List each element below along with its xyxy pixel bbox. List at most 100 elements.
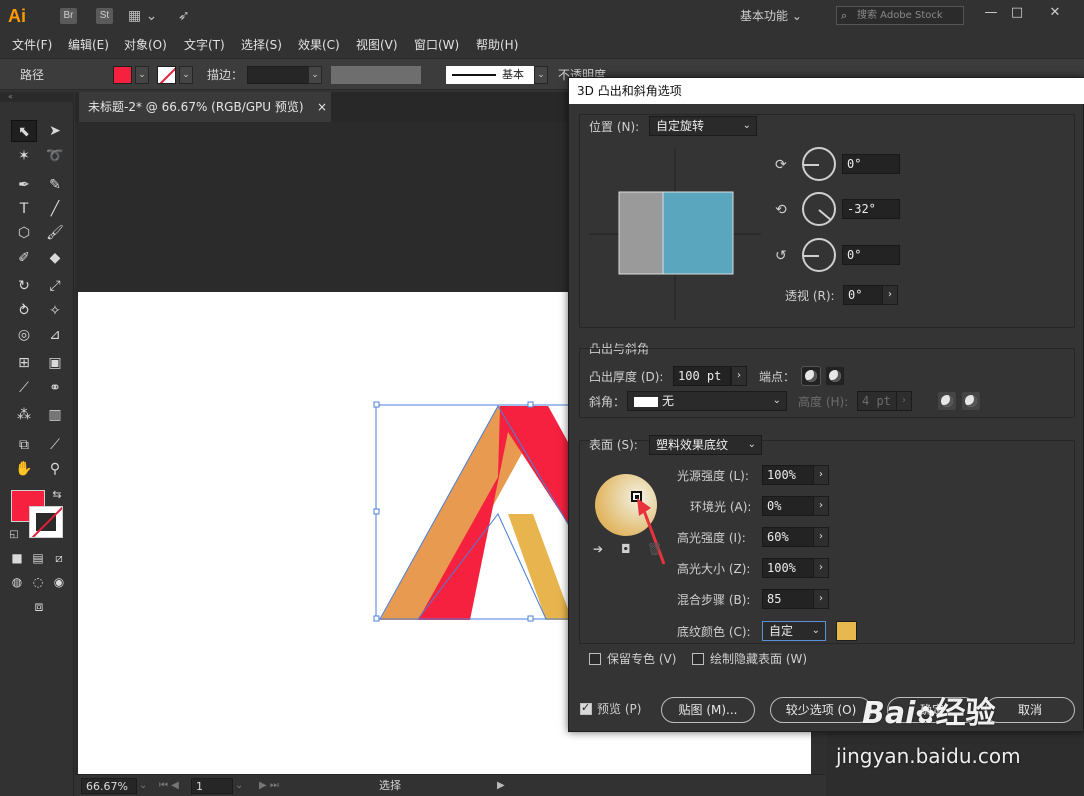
rotate-z-input[interactable]: 0° xyxy=(842,245,900,265)
bevel-extent-out-button[interactable] xyxy=(961,391,981,411)
scale-tool-icon[interactable]: ⤢ xyxy=(42,275,68,297)
menu-help[interactable]: 帮助(H) xyxy=(476,36,518,54)
move-light-back-icon[interactable]: ➔ xyxy=(593,542,603,556)
draw-inside-icon[interactable]: ◉ xyxy=(49,571,69,593)
rotate-x-input[interactable]: 0° xyxy=(842,154,900,174)
draw-behind-icon[interactable]: ◌ xyxy=(28,571,48,593)
zoom-dropdown-icon[interactable]: ⌄ xyxy=(139,778,147,794)
zoom-level-input[interactable]: 66.67% xyxy=(81,778,137,794)
blend-steps-input[interactable]: 85 xyxy=(762,589,814,609)
preview-checkbox[interactable] xyxy=(580,701,592,715)
menu-file[interactable]: 文件(F) xyxy=(12,36,52,54)
default-fill-stroke-icon[interactable]: ◱ xyxy=(5,524,23,546)
selection-handle-ml[interactable] xyxy=(373,508,380,515)
warp-tool-icon[interactable]: ⥁ xyxy=(11,300,37,322)
menu-view[interactable]: 视图(V) xyxy=(356,36,398,54)
surface-dropdown[interactable]: 塑料效果底纹 ⌄ xyxy=(649,435,762,455)
light-intensity-slider-button[interactable]: › xyxy=(813,465,829,485)
new-light-icon[interactable]: ◘ xyxy=(621,542,631,556)
variable-width-profile[interactable] xyxy=(331,66,421,84)
line-tool-icon[interactable]: ╱ xyxy=(42,198,68,220)
cap-on-button[interactable] xyxy=(801,366,821,386)
extrude-depth-slider-button[interactable]: › xyxy=(731,366,747,386)
stroke-swatch[interactable] xyxy=(157,66,176,84)
map-art-button[interactable]: 贴图 (M)... xyxy=(661,697,755,723)
selection-handle-tl[interactable] xyxy=(373,401,380,408)
preserve-spot-checkbox[interactable] xyxy=(589,653,601,665)
curvature-tool-icon[interactable]: ✎ xyxy=(42,174,68,196)
cube-front-face[interactable] xyxy=(662,191,734,275)
fewer-options-button[interactable]: 较少选项 (O) xyxy=(770,697,872,723)
fill-dropdown[interactable]: ⌄ xyxy=(135,66,149,84)
zoom-tool-icon[interactable]: ⚲ xyxy=(42,458,68,480)
status-menu-icon[interactable]: ▶ xyxy=(497,778,505,794)
highlight-intensity-input[interactable]: 60% xyxy=(762,527,814,547)
perspective-slider-button[interactable]: › xyxy=(882,285,898,305)
lasso-tool-icon[interactable]: ➰ xyxy=(42,145,68,167)
bevel-extent-in-button[interactable] xyxy=(937,391,957,411)
hand-tool-icon[interactable]: ✋ xyxy=(11,458,37,480)
menu-edit[interactable]: 编辑(E) xyxy=(68,36,109,54)
polygon-tool-icon[interactable]: ⬡ xyxy=(11,222,37,244)
stroke-weight-input[interactable] xyxy=(247,66,309,84)
shade-color-dropdown[interactable]: 自定 ⌄ xyxy=(762,621,826,641)
artboard-tool-icon[interactable]: ⧉ xyxy=(11,434,37,456)
draw-hidden-faces-checkbox[interactable] xyxy=(692,653,704,665)
draw-normal-icon[interactable]: ◍ xyxy=(7,571,27,593)
bevel-dropdown[interactable]: 无 ⌄ xyxy=(627,391,787,411)
column-graph-tool-icon[interactable]: ▥ xyxy=(42,404,68,426)
artboard-dropdown-icon[interactable]: ⌄ xyxy=(235,778,243,794)
document-tab[interactable]: 未标题-2* @ 66.67% (RGB/GPU 预览) × xyxy=(79,92,331,122)
maximize-button[interactable]: □ xyxy=(1002,3,1032,23)
menu-type[interactable]: 文字(T) xyxy=(184,36,225,54)
stroke-weight-dropdown[interactable]: ⌄ xyxy=(308,66,322,84)
cancel-button[interactable]: 取消 xyxy=(985,697,1075,723)
first-artboard-icon[interactable]: ⏮ ◀ xyxy=(159,778,179,794)
brush-definition[interactable]: 基本 xyxy=(446,66,534,84)
menu-object[interactable]: 对象(O) xyxy=(124,36,167,54)
rotate-tool-icon[interactable]: ↻ xyxy=(11,275,37,297)
bevel-height-input[interactable]: 4 pt xyxy=(857,391,897,411)
close-window-button[interactable]: ✕ xyxy=(1040,3,1070,23)
light-intensity-input[interactable]: 100% xyxy=(762,465,814,485)
tools-collapse-icon[interactable]: « xyxy=(0,92,74,102)
perspective-grid-tool-icon[interactable]: ⊿ xyxy=(42,324,68,346)
pen-tool-icon[interactable]: ✒ xyxy=(11,174,37,196)
fill-swatch[interactable] xyxy=(113,66,132,84)
extrude-depth-input[interactable]: 100 pt xyxy=(673,366,731,386)
highlight-size-slider-button[interactable]: › xyxy=(813,558,829,578)
selection-handle-tm[interactable] xyxy=(527,401,534,408)
stock-button[interactable]: St xyxy=(96,8,113,24)
rotate-y-input[interactable]: -32° xyxy=(842,199,900,219)
eraser-tool-icon[interactable]: ◆ xyxy=(42,247,68,269)
selection-handle-bl[interactable] xyxy=(373,615,380,622)
selection-tool-icon[interactable]: ⬉ xyxy=(11,120,37,142)
mesh-tool-icon[interactable]: ⊞ xyxy=(11,352,37,374)
color-mode-icon[interactable]: ■ xyxy=(7,547,27,569)
slice-tool-icon[interactable]: ⟋ xyxy=(42,434,68,456)
puppet-warp-tool-icon[interactable]: ✧ xyxy=(42,300,68,322)
ambient-light-input[interactable]: 0% xyxy=(762,496,814,516)
cube-side-face[interactable] xyxy=(618,191,664,275)
eyedropper-tool-icon[interactable]: ⟋ xyxy=(11,377,37,399)
selection-handle-bm[interactable] xyxy=(527,615,534,622)
rotate-x-dial[interactable] xyxy=(802,147,836,181)
artwork-yellow-stroke[interactable] xyxy=(508,514,572,620)
menu-effect[interactable]: 效果(C) xyxy=(298,36,340,54)
workspace-switcher[interactable]: 基本功能 ⌄ xyxy=(740,7,802,25)
magic-wand-tool-icon[interactable]: ✶ xyxy=(11,145,37,167)
cap-off-button[interactable] xyxy=(825,366,845,386)
ambient-light-slider-button[interactable]: › xyxy=(813,496,829,516)
artboard-number-input[interactable]: 1 xyxy=(191,778,233,794)
gradient-mode-icon[interactable]: ▤ xyxy=(28,547,48,569)
track-cube[interactable] xyxy=(589,148,761,320)
menu-window[interactable]: 窗口(W) xyxy=(414,36,459,54)
blend-tool-icon[interactable]: ⚭ xyxy=(42,377,68,399)
stock-search-input[interactable]: ⌕ 搜索 Adobe Stock xyxy=(836,6,964,25)
stroke-color-box[interactable] xyxy=(29,506,63,538)
bridge-button[interactable]: Br xyxy=(60,8,77,24)
shape-builder-tool-icon[interactable]: ◎ xyxy=(11,324,37,346)
highlight-intensity-slider-button[interactable]: › xyxy=(813,527,829,547)
delete-light-icon[interactable]: 🗑 xyxy=(647,542,662,556)
stroke-dropdown[interactable]: ⌄ xyxy=(179,66,193,84)
